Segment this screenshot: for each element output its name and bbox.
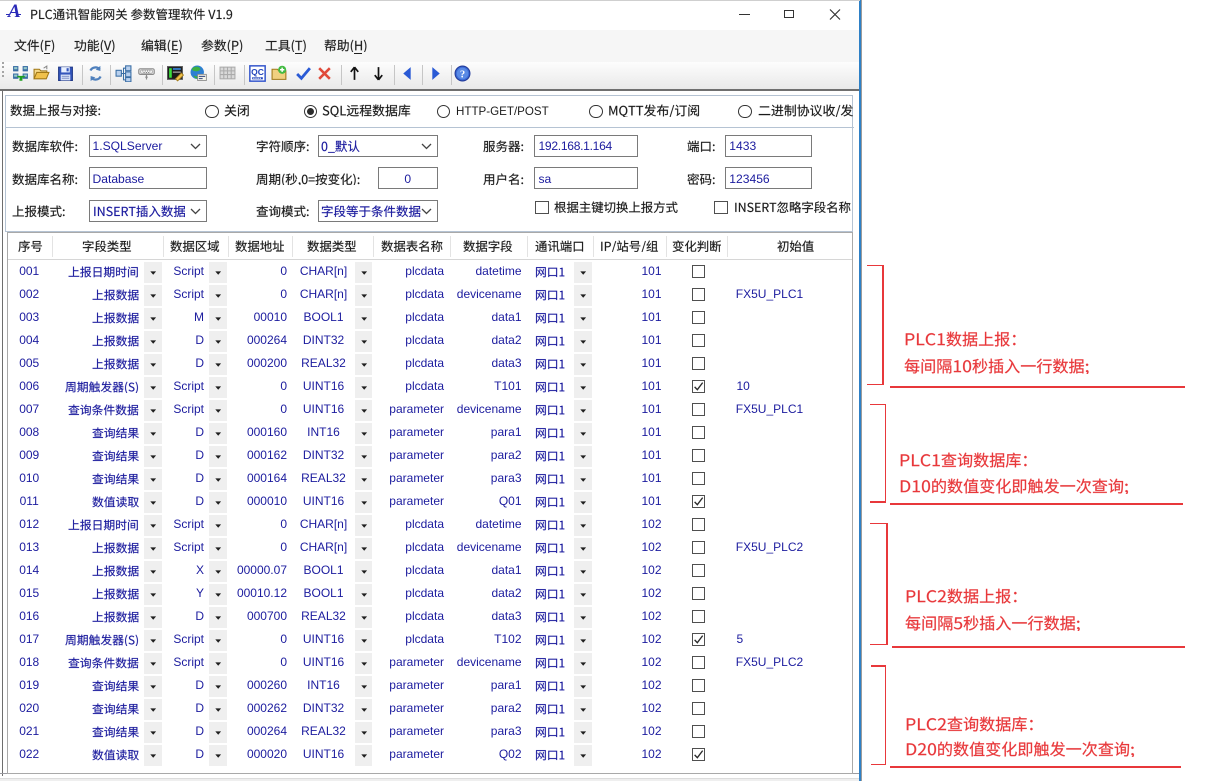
svg-text:?: ?	[460, 70, 465, 81]
svg-text:QC: QC	[251, 67, 264, 77]
